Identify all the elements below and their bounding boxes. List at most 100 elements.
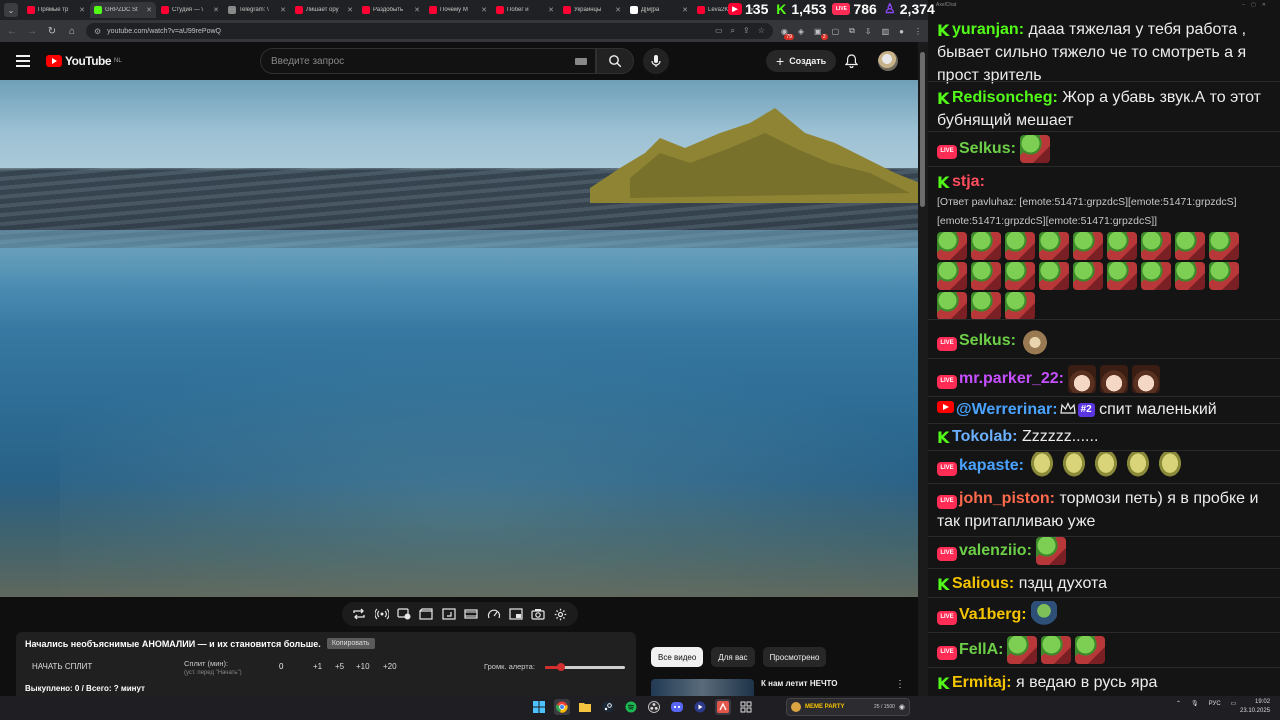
browser-tab[interactable]: Студия — \ ✕ — [157, 2, 223, 18]
settings-gear-icon[interactable] — [553, 606, 569, 622]
browser-menu-icon[interactable]: ⋮ — [914, 27, 922, 36]
tab-close-icon[interactable]: ✕ — [280, 6, 286, 14]
picture-in-picture-icon[interactable] — [508, 606, 524, 622]
notifications-bell-icon[interactable] — [844, 54, 859, 73]
browser-tab[interactable]: Лишает ору ✕ — [291, 2, 357, 18]
filter-chip[interactable]: Для вас — [711, 647, 755, 667]
input-language[interactable]: РУС — [1209, 701, 1221, 707]
chat-username[interactable]: yuranjan: — [952, 21, 1024, 38]
browser-tab[interactable]: Telegram: \ ✕ — [224, 2, 290, 18]
windows-start-icon[interactable] — [531, 699, 547, 715]
browser-tab[interactable]: Побег и ✕ — [492, 2, 558, 18]
menu-hamburger-icon[interactable] — [16, 55, 30, 67]
reload-button[interactable]: ↻ — [46, 26, 58, 37]
chat-username[interactable]: @Werrerinar: — [956, 401, 1058, 418]
tab-close-icon[interactable]: ✕ — [615, 6, 621, 14]
tab-close-icon[interactable]: ✕ — [548, 6, 554, 14]
zoom-icon[interactable]: ⌕ — [731, 26, 735, 36]
forward-button[interactable]: → — [26, 26, 38, 37]
network-icon[interactable]: ▭ — [1231, 700, 1237, 707]
chat-username[interactable]: john_piston: — [959, 490, 1055, 507]
axelchat-icon[interactable] — [715, 699, 731, 715]
window-controls[interactable]: –▢✕ — [1242, 2, 1272, 8]
extension-tv-icon[interactable]: ▢ — [832, 27, 840, 36]
voice-search-button[interactable] — [643, 48, 669, 74]
chat-username[interactable]: mr.parker_22: — [959, 370, 1064, 387]
extension-adblock-icon[interactable]: ◉ 79 — [781, 27, 794, 40]
chat-username[interactable]: kapaste: — [959, 457, 1024, 474]
back-button[interactable]: ← — [6, 26, 18, 37]
search-input[interactable] — [271, 55, 575, 67]
chat-username[interactable]: Redisoncheg: — [952, 89, 1058, 106]
chat-username[interactable]: Selkus: — [959, 332, 1016, 349]
media-player-icon[interactable] — [692, 699, 708, 715]
speed-gauge-icon[interactable] — [486, 606, 502, 622]
browser-tab[interactable]: Раздобыть ✕ — [358, 2, 424, 18]
loop-icon[interactable] — [351, 606, 367, 622]
profile-icon[interactable]: ● — [899, 27, 904, 36]
recommended-video-title[interactable]: К нам летит НЕЧТО — [761, 679, 837, 688]
tab-close-icon[interactable]: ✕ — [347, 6, 353, 14]
sidebar-icon[interactable]: ▥ — [882, 27, 890, 36]
alert-volume-knob[interactable] — [557, 663, 565, 671]
browser-tab[interactable]: GRPZDC St ✕ — [90, 2, 156, 18]
recommended-video[interactable]: К нам летит НЕЧТО ⋮ — [651, 677, 911, 697]
obs-icon[interactable] — [646, 699, 662, 715]
site-info-icon[interactable]: ⚙ — [94, 27, 101, 36]
address-bar[interactable]: ⚙ youtube.com/watch?v=aU99rePowQ ▭ ⌕ ⇪ ☆ — [86, 23, 773, 39]
recommended-video-thumbnail[interactable] — [651, 679, 754, 697]
start-split-button[interactable]: НАЧАТЬ СПЛИТ — [32, 662, 92, 671]
clapperboard-icon[interactable] — [418, 606, 434, 622]
keyboard-icon[interactable] — [575, 57, 587, 65]
browser-tab[interactable]: Украинцы ✕ — [559, 2, 625, 18]
browser-tab[interactable]: Почему М ✕ — [425, 2, 491, 18]
copy-title-button[interactable]: Копировать — [326, 638, 375, 649]
home-button[interactable]: ⌂ — [66, 26, 78, 37]
chat-username[interactable]: Selkus: — [959, 140, 1016, 157]
film-strip-icon[interactable] — [463, 606, 479, 622]
app-grid-icon[interactable] — [738, 699, 754, 715]
cast-icon[interactable]: ▭ — [715, 26, 723, 36]
spotify-icon[interactable] — [623, 699, 639, 715]
broadcast-icon[interactable] — [374, 606, 390, 622]
video-player[interactable] — [0, 80, 918, 597]
tab-close-icon[interactable]: ✕ — [79, 6, 85, 14]
tab-close-icon[interactable]: ✕ — [414, 6, 420, 14]
tray-chevron-icon[interactable]: ⌃ — [1176, 700, 1181, 707]
tab-close-icon[interactable]: ✕ — [146, 6, 152, 14]
chrome-icon[interactable] — [554, 699, 570, 715]
add-1-min-button[interactable]: +1 — [313, 662, 322, 671]
tab-close-icon[interactable]: ✕ — [213, 6, 219, 14]
chat-username[interactable]: Tokolab: — [952, 428, 1017, 445]
download-icon[interactable]: ⇩ — [865, 27, 872, 36]
file-explorer-icon[interactable] — [577, 699, 593, 715]
chat-username[interactable]: Va1berg: — [959, 606, 1027, 623]
filter-chip[interactable]: Просмотрено — [762, 647, 827, 667]
chat-username[interactable]: Salious: — [952, 575, 1014, 592]
filter-chip[interactable]: Все видео — [651, 647, 704, 667]
bookmark-star-icon[interactable]: ☆ — [758, 26, 765, 36]
discord-icon[interactable] — [669, 699, 685, 715]
microphone-tray-icon[interactable]: 🎙 — [1191, 700, 1199, 707]
search-button[interactable] — [596, 48, 634, 74]
chat-username[interactable]: FellA: — [959, 641, 1003, 658]
browser-tab[interactable]: Прямые тр ✕ — [23, 2, 89, 18]
alert-volume-slider[interactable] — [545, 663, 625, 671]
watch-later-screen-icon[interactable] — [396, 606, 412, 622]
account-avatar[interactable] — [878, 51, 898, 71]
extensions-puzzle-icon[interactable]: ⧉ — [849, 26, 855, 36]
system-clock[interactable]: 19:02 23.10.2025 — [1240, 698, 1270, 716]
more-options-icon[interactable]: ⋮ — [895, 679, 905, 690]
tab-close-icon[interactable]: ✕ — [481, 6, 487, 14]
create-button[interactable]: + Создать — [766, 50, 837, 72]
share-icon[interactable]: ⇪ — [743, 26, 750, 36]
youtube-logo[interactable]: YouTube NL — [46, 54, 122, 68]
add-20-min-button[interactable]: +20 — [383, 662, 397, 671]
tab-search-button[interactable]: ⌄ — [4, 3, 18, 17]
extension-shield-icon[interactable]: ◈ — [798, 27, 804, 36]
tab-close-icon[interactable]: ✕ — [682, 6, 688, 14]
steam-icon[interactable] — [600, 699, 616, 715]
chat-username[interactable]: valenziio: — [959, 542, 1032, 559]
chat-username[interactable]: Ermitaj: — [952, 674, 1012, 691]
chat-username[interactable]: stja: — [952, 173, 985, 190]
